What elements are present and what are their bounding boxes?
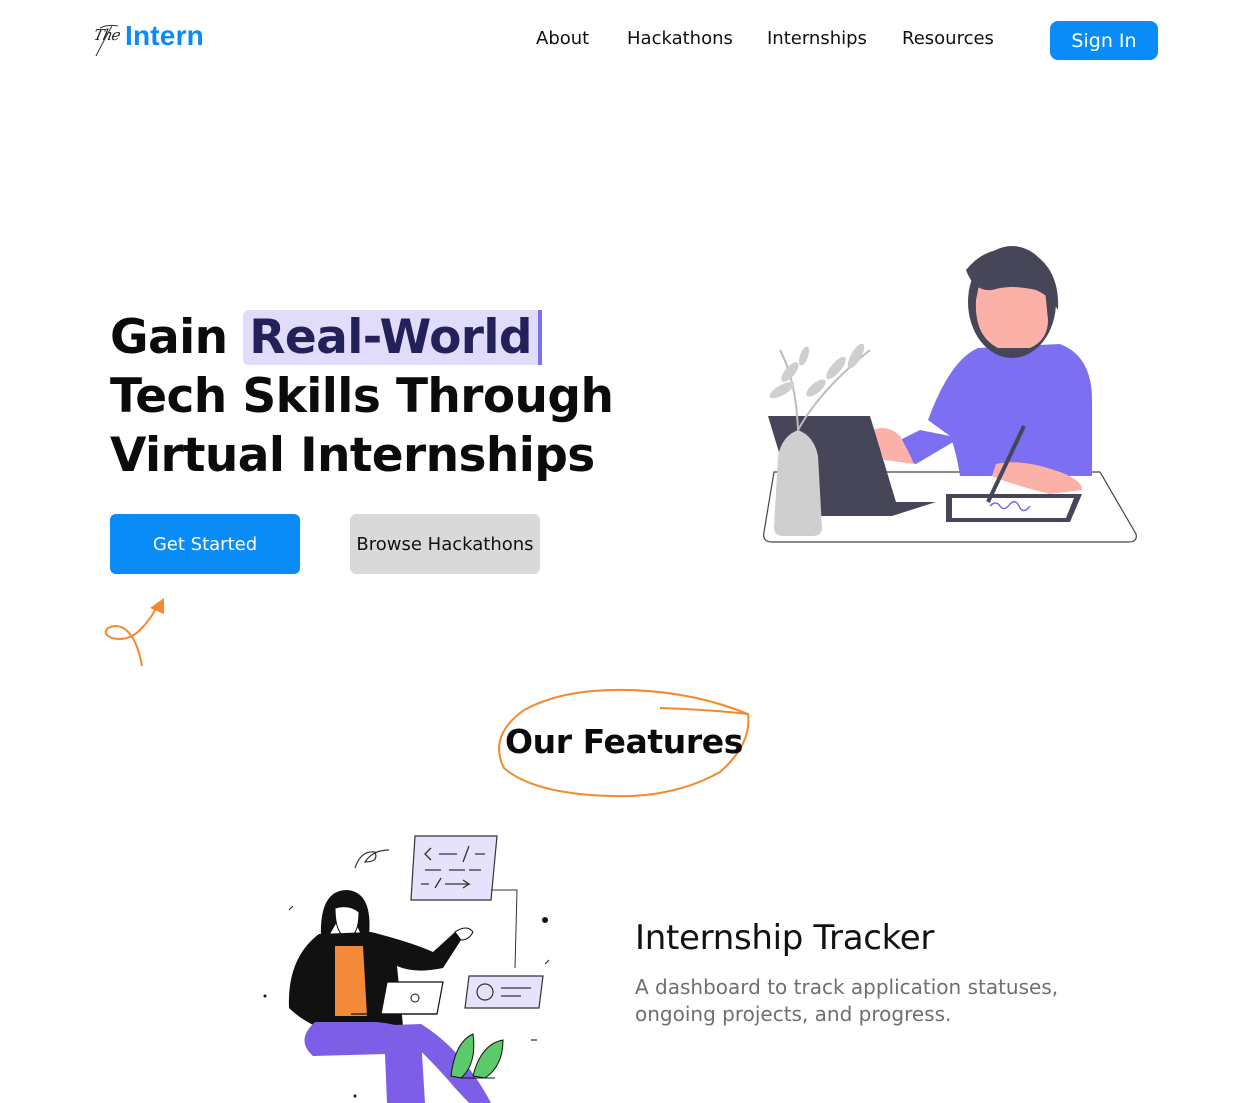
feature-description: A dashboard to track application statuse… — [635, 975, 1059, 1026]
hero-title-after: Tech Skills Through Virtual Internships — [110, 369, 614, 483]
hero-title: Gain Real-World Tech Skills Through Virt… — [110, 308, 670, 485]
nav-about[interactable]: About — [536, 28, 589, 49]
get-started-button[interactable]: Get Started — [110, 514, 300, 574]
hero-title-before: Gain — [110, 310, 244, 365]
feature-title-internship-tracker: Internship Tracker — [635, 918, 935, 958]
nav-resources[interactable]: Resources — [902, 28, 994, 49]
hero-title-highlight: Real-World — [243, 310, 542, 365]
features-heading: Our Features — [505, 722, 743, 761]
nav-internships[interactable]: Internships — [767, 28, 867, 49]
logo[interactable]: The Intern — [92, 20, 224, 60]
browse-hackathons-button[interactable]: Browse Hackathons — [350, 514, 540, 574]
logo-prefix: The — [92, 26, 122, 44]
features-heading-wrap: Our Features — [494, 686, 754, 800]
logo-text: Intern — [125, 20, 204, 51]
person-with-laptop-illustration — [263, 835, 550, 1103]
sign-in-button[interactable]: Sign In — [1050, 21, 1158, 60]
person-working-illustration — [763, 246, 1137, 543]
nav-hackathons[interactable]: Hackathons — [627, 28, 733, 49]
curly-arrow-icon — [104, 598, 164, 667]
